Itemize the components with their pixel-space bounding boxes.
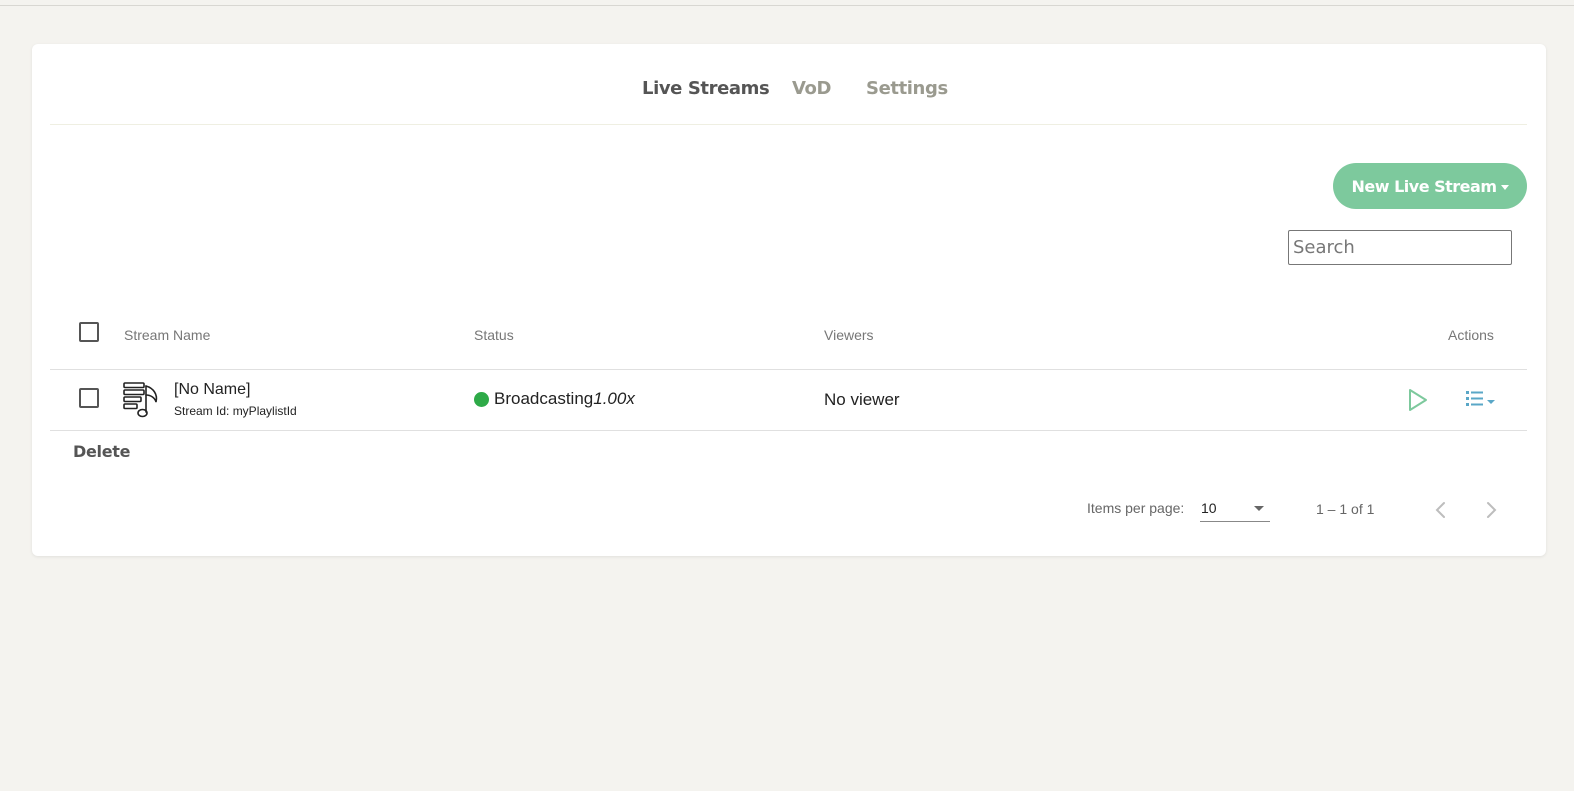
column-status: Status xyxy=(474,327,514,343)
row-checkbox[interactable] xyxy=(79,388,99,408)
items-per-page-label: Items per page: xyxy=(1087,500,1185,516)
column-stream-name: Stream Name xyxy=(124,327,211,343)
new-live-stream-label: New Live Stream xyxy=(1351,176,1497,196)
status-cell: Broadcasting 1.00x xyxy=(474,389,635,409)
tab-settings[interactable]: Settings xyxy=(866,78,948,99)
column-actions: Actions xyxy=(1448,327,1494,343)
viewers-count: No viewer xyxy=(824,390,900,409)
stream-speed: 1.00x xyxy=(593,389,635,408)
table-row: [No Name] Stream Id: myPlaylistId Broadc… xyxy=(50,370,1527,431)
status-dot-icon xyxy=(474,391,489,407)
play-icon[interactable] xyxy=(1406,387,1430,418)
playlist-music-icon xyxy=(122,380,162,425)
table-header: Stream Name Status Viewers Actions xyxy=(50,304,1527,370)
select-all-checkbox[interactable] xyxy=(79,322,99,342)
dropdown-arrow-icon xyxy=(1254,506,1264,511)
tab-bar: Live Streams VoD Settings xyxy=(50,44,1527,125)
delete-button[interactable]: Delete xyxy=(73,442,130,461)
stream-id: Stream Id: myPlaylistId xyxy=(174,404,297,418)
page-size-select[interactable]: 10 xyxy=(1200,496,1270,522)
stream-name: [No Name] xyxy=(174,381,251,398)
next-page-icon[interactable] xyxy=(1477,496,1505,524)
previous-page-icon[interactable] xyxy=(1427,496,1455,524)
caret-down-icon xyxy=(1500,185,1509,190)
search-input[interactable] xyxy=(1288,230,1512,265)
page-range-label: 1 – 1 of 1 xyxy=(1316,501,1375,517)
tab-live-streams[interactable]: Live Streams xyxy=(642,78,770,99)
row-menu-icon[interactable] xyxy=(1464,388,1498,415)
column-viewers: Viewers xyxy=(824,327,874,343)
page-size-value: 10 xyxy=(1201,500,1217,516)
streams-card: Live Streams VoD Settings New Live Strea… xyxy=(32,44,1546,556)
status-text: Broadcasting xyxy=(494,389,594,408)
top-divider xyxy=(0,5,1574,6)
new-live-stream-button[interactable]: New Live Stream xyxy=(1333,163,1527,209)
tab-vod[interactable]: VoD xyxy=(792,78,831,99)
